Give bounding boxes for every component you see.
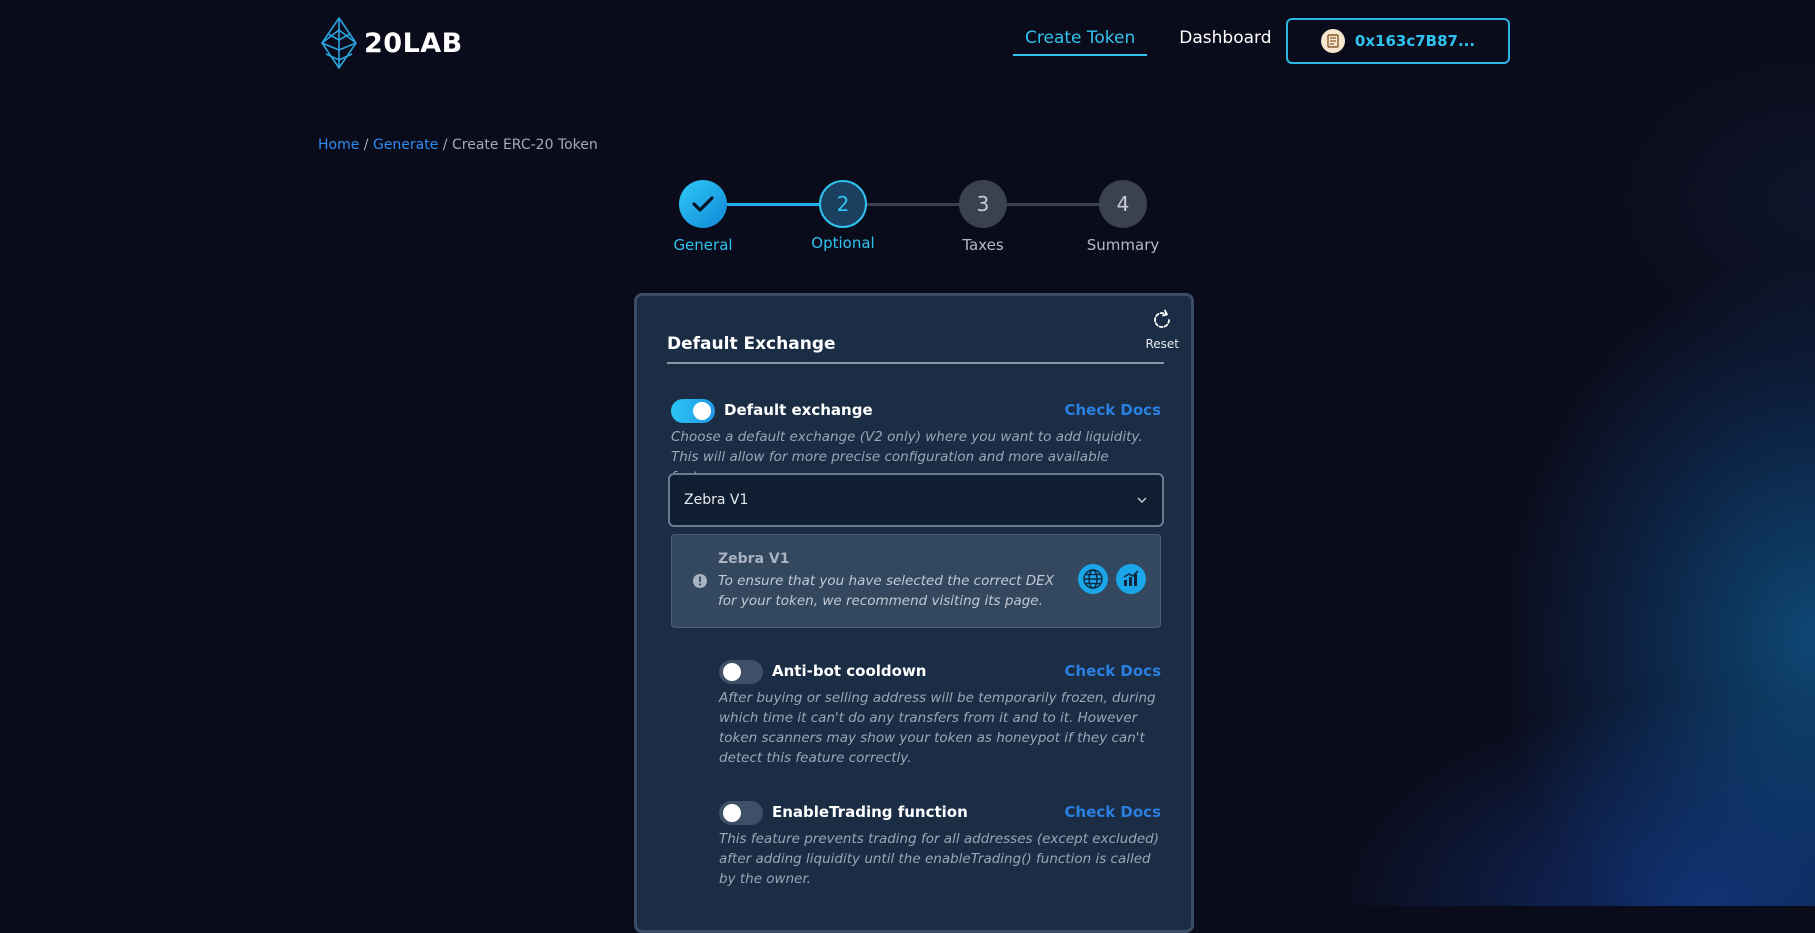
chevron-down-icon bbox=[1137, 497, 1147, 503]
reset-label: Reset bbox=[1145, 337, 1179, 351]
step-4-circle: 4 bbox=[1099, 180, 1147, 228]
logo-text: 20LAB bbox=[364, 27, 463, 59]
step-summary[interactable]: 4 Summary bbox=[1063, 180, 1183, 254]
reset-button[interactable]: Reset bbox=[1145, 308, 1179, 351]
enable-trading-docs-link[interactable]: Check Docs bbox=[1064, 803, 1161, 821]
step-1-label: General bbox=[673, 236, 733, 254]
default-exchange-docs-link[interactable]: Check Docs bbox=[1064, 401, 1161, 419]
section-divider bbox=[667, 362, 1164, 364]
enable-trading-toggle[interactable] bbox=[719, 801, 763, 825]
anti-bot-toggle[interactable] bbox=[719, 660, 763, 684]
exchange-select[interactable]: Zebra V1 bbox=[668, 473, 1164, 527]
step-general[interactable]: General bbox=[643, 180, 763, 254]
step-4-label: Summary bbox=[1086, 236, 1160, 254]
diamond-logo-icon bbox=[321, 16, 357, 70]
step-2-circle: 2 bbox=[819, 180, 867, 228]
progress-stepper: General 2 Optional 3 Taxes 4 Summary bbox=[0, 180, 1815, 260]
reset-icon bbox=[1154, 309, 1171, 328]
nav-create-token[interactable]: Create Token bbox=[1013, 28, 1148, 56]
anti-bot-docs-link[interactable]: Check Docs bbox=[1064, 662, 1161, 680]
chart-icon[interactable] bbox=[1116, 564, 1146, 594]
step-3-circle: 3 bbox=[959, 180, 1007, 228]
globe-icon[interactable] bbox=[1078, 564, 1108, 594]
breadcrumb-current: Create ERC-20 Token bbox=[451, 137, 598, 153]
step-2-label: Optional bbox=[811, 234, 875, 252]
exchange-info-title: Zebra V1 bbox=[718, 551, 790, 567]
step-3-label: Taxes bbox=[962, 236, 1004, 254]
logo[interactable]: 20LAB bbox=[318, 16, 463, 70]
section-title: Default Exchange bbox=[667, 334, 836, 354]
default-exchange-toggle[interactable] bbox=[671, 399, 715, 423]
main-nav: Create Token Dashboard bbox=[1013, 28, 1272, 56]
wallet-avatar-icon bbox=[1320, 29, 1345, 53]
nav-dashboard[interactable]: Dashboard bbox=[1179, 28, 1271, 56]
step-taxes[interactable]: 3 Taxes bbox=[923, 180, 1043, 254]
enable-trading-title: EnableTrading function bbox=[772, 803, 968, 821]
step-optional[interactable]: 2 Optional bbox=[783, 180, 903, 252]
step-1-check-icon bbox=[679, 180, 727, 228]
exchange-select-value: Zebra V1 bbox=[684, 492, 749, 508]
anti-bot-title: Anti-bot cooldown bbox=[772, 662, 927, 680]
default-exchange-title: Default exchange bbox=[724, 401, 873, 419]
wallet-address: 0x163c7B87... bbox=[1354, 32, 1476, 50]
wallet-button[interactable]: 0x163c7B87... bbox=[1286, 18, 1510, 64]
breadcrumb-generate[interactable]: Generate bbox=[373, 137, 438, 153]
alert-circle-icon bbox=[693, 574, 707, 588]
breadcrumb-home[interactable]: Home bbox=[318, 137, 359, 153]
enable-trading-description: This feature prevents trading for all ad… bbox=[719, 831, 1160, 887]
breadcrumb: Home / Generate / Create ERC-20 Token bbox=[318, 137, 598, 153]
default-exchange-card: Reset Default Exchange Default exchange … bbox=[634, 293, 1194, 933]
exchange-info-box: Zebra V1 To ensure that you have selecte… bbox=[671, 534, 1161, 628]
anti-bot-description: After buying or selling address will be … bbox=[719, 690, 1156, 766]
exchange-info-text: To ensure that you have selected the cor… bbox=[718, 573, 1054, 609]
